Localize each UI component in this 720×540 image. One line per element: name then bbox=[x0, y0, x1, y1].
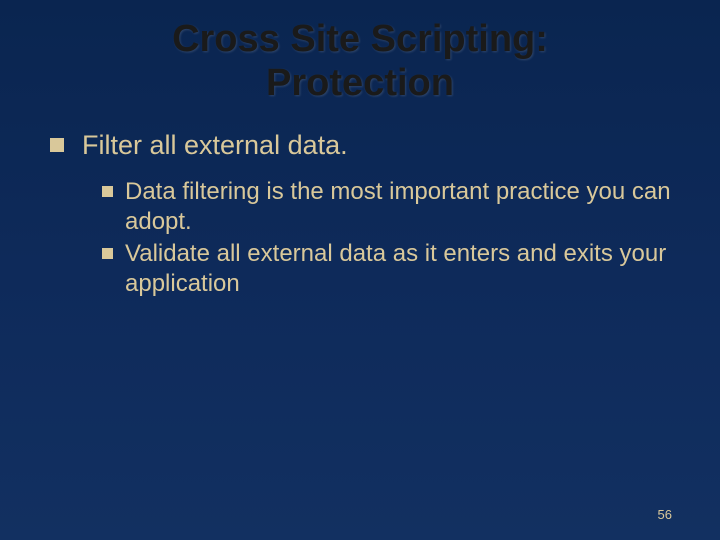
title-line-2: Protection bbox=[266, 62, 454, 104]
slide-title: Cross Site Scripting: Protection bbox=[40, 18, 680, 105]
title-line-1: Cross Site Scripting: bbox=[172, 18, 548, 60]
bullet-level2: Data filtering is the most important pra… bbox=[102, 177, 680, 237]
square-bullet-icon bbox=[102, 186, 113, 197]
square-bullet-icon bbox=[102, 248, 113, 259]
bullet-level1: Filter all external data. bbox=[50, 129, 680, 163]
bullet-level2: Validate all external data as it enters … bbox=[102, 239, 680, 299]
page-number: 56 bbox=[658, 507, 672, 522]
slide: Cross Site Scripting: Protection Filter … bbox=[0, 0, 720, 540]
bullet-level2-container: Data filtering is the most important pra… bbox=[102, 177, 680, 299]
bullet-level1-text: Filter all external data. bbox=[82, 129, 348, 163]
bullet-level2-text: Validate all external data as it enters … bbox=[125, 239, 680, 299]
square-bullet-icon bbox=[50, 138, 64, 152]
bullet-level2-text: Data filtering is the most important pra… bbox=[125, 177, 680, 237]
